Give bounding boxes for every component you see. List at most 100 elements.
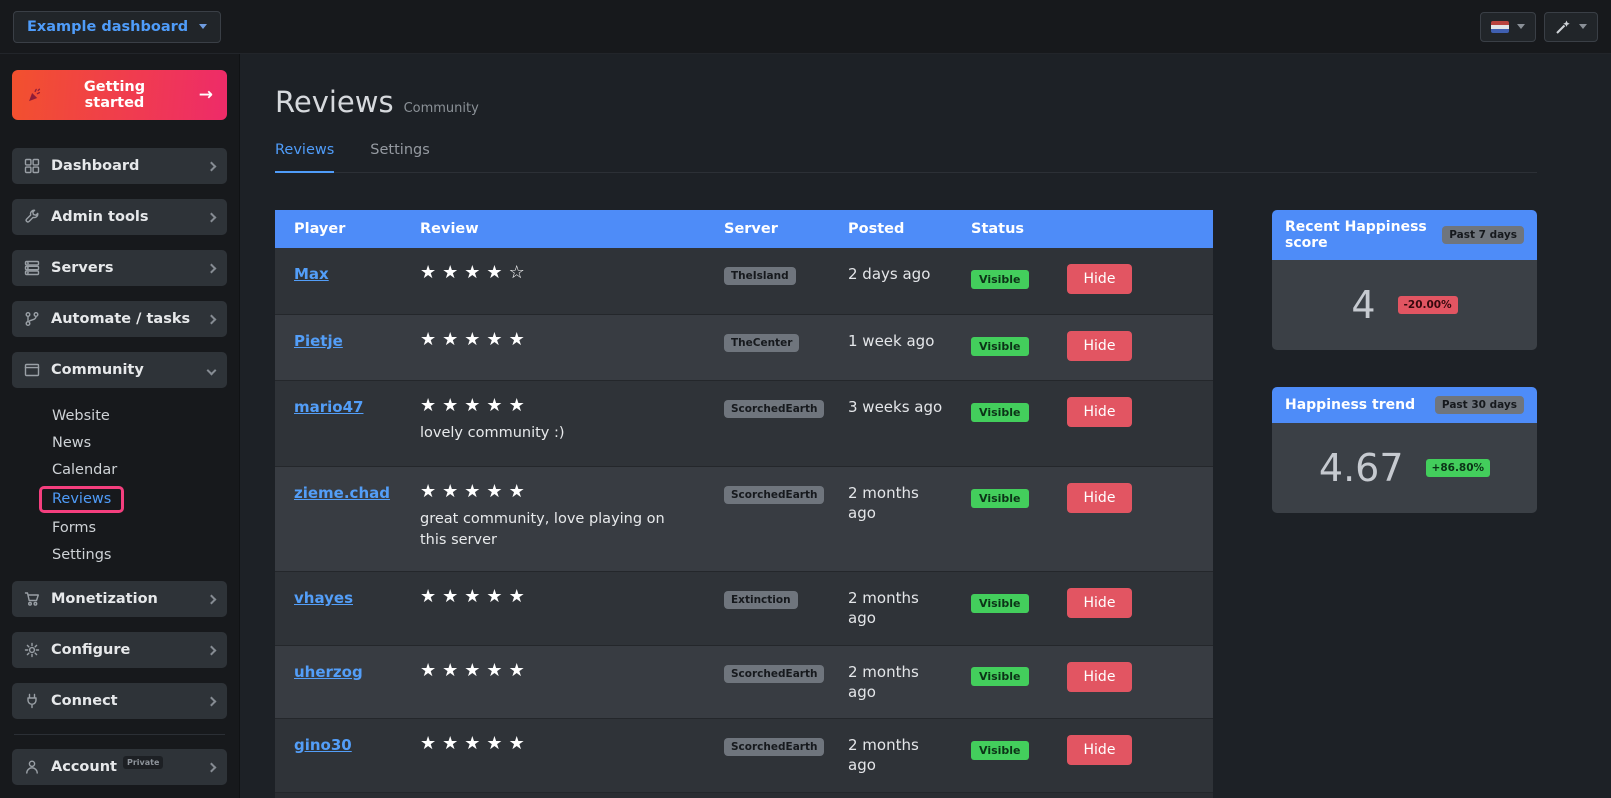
sidebar-item-account[interactable]: Account Private xyxy=(12,749,227,785)
status-badge: Visible xyxy=(971,336,1029,356)
chevron-down-icon xyxy=(199,24,208,29)
table-row: Pietje ★ ★ ★ ★ ★ TheCenter 1 week ago Visibl… xyxy=(275,314,1213,380)
plug-icon xyxy=(24,693,40,709)
sidebar-item-configure[interactable]: Configure xyxy=(12,632,227,668)
gear-icon xyxy=(24,642,40,658)
sidebar-item-label: Connect xyxy=(51,693,118,709)
flag-icon xyxy=(1491,20,1509,33)
hide-button[interactable]: Hide xyxy=(1066,331,1133,361)
player-link[interactable]: zieme.chad xyxy=(294,484,390,502)
page-header: Reviews Community xyxy=(275,85,1611,119)
tab-reviews[interactable]: Reviews xyxy=(275,136,335,173)
table-header: Player Review Server Posted Status xyxy=(275,210,1213,248)
hide-button[interactable]: Hide xyxy=(1066,588,1133,618)
chevron-down-icon xyxy=(1517,24,1525,29)
posted-text: 1 week ago xyxy=(848,332,935,350)
community-submenu: Website News Calendar Reviews Forms Sett… xyxy=(12,403,227,581)
status-badge: Visible xyxy=(971,488,1029,508)
chevron-down-icon xyxy=(1579,24,1587,29)
sidebar-item-label: Community xyxy=(51,362,144,378)
branch-icon xyxy=(24,311,40,327)
language-button[interactable] xyxy=(1480,11,1536,42)
column-header-player: Player xyxy=(294,221,346,237)
sidebar-item-label: Servers xyxy=(51,260,114,276)
sidebar-item-label: Automate / tasks xyxy=(51,311,191,327)
tools-button[interactable] xyxy=(1544,11,1598,42)
review-cell: ★ ★ ★ ★ ★ xyxy=(420,331,724,349)
sidebar-item-connect[interactable]: Connect xyxy=(12,683,227,719)
hide-button[interactable]: Hide xyxy=(1066,483,1133,513)
hide-button[interactable]: Hide xyxy=(1066,735,1133,765)
card-title: Recent Happiness score xyxy=(1285,219,1427,251)
dashboard-selector-button[interactable]: Example dashboard xyxy=(13,10,222,43)
player-link[interactable]: uherzog xyxy=(294,663,363,681)
status-badge: Visible xyxy=(971,740,1029,760)
table-row-partial xyxy=(275,791,1213,798)
submenu-item-settings[interactable]: Settings xyxy=(52,542,227,569)
table-row: Max ★ ★ ★ ★ ☆ TheIsland 2 days ago Visible H… xyxy=(275,248,1213,314)
player-link[interactable]: mario47 xyxy=(294,398,363,416)
server-badge: Extinction xyxy=(724,591,798,609)
server-badge: ScorchedEarth xyxy=(724,486,825,504)
getting-started-button[interactable]: Getting started → xyxy=(12,70,227,120)
posted-text: 2 months ago xyxy=(848,589,919,628)
star-rating: ★ ★ ★ ★ ☆ xyxy=(420,262,525,283)
submenu-item-forms[interactable]: Forms xyxy=(52,515,227,542)
main-content: Reviews Community Reviews Settings Playe… xyxy=(240,54,1611,798)
review-cell: ★ ★ ★ ★ ★ xyxy=(420,661,724,680)
sidebar-divider xyxy=(14,734,225,735)
card-title: Happiness trend xyxy=(1285,397,1416,413)
column-header-server: Server xyxy=(724,221,778,237)
submenu-item-news[interactable]: News xyxy=(52,430,227,457)
submenu-item-reviews[interactable]: Reviews xyxy=(39,486,125,513)
happiness-score-card: Recent Happiness score Past 7 days 4 -20… xyxy=(1272,210,1537,350)
review-cell: ★ ★ ★ ★ ★ lovely community :) xyxy=(420,397,724,444)
submenu-item-website[interactable]: Website xyxy=(52,403,227,430)
tab-settings[interactable]: Settings xyxy=(370,136,429,172)
status-badge: Visible xyxy=(971,402,1029,422)
posted-text: 2 days ago xyxy=(848,265,931,283)
star-rating: ★ ★ ★ ★ ★ xyxy=(420,733,525,754)
sidebar: Getting started → Dashboard Admin tools … xyxy=(0,54,240,798)
player-link[interactable]: Pietje xyxy=(294,332,343,350)
table-body: Max ★ ★ ★ ★ ☆ TheIsland 2 days ago Visible H… xyxy=(275,248,1213,798)
submenu-item-calendar[interactable]: Calendar xyxy=(52,457,227,484)
column-header-posted: Posted xyxy=(848,221,905,237)
server-badge: TheIsland xyxy=(724,267,796,285)
table-row: uherzog ★ ★ ★ ★ ★ ScorchedEarth 2 months ago… xyxy=(275,644,1213,718)
player-link[interactable]: vhayes xyxy=(294,589,353,607)
table-row: zieme.chad ★ ★ ★ ★ ★ great community, love p… xyxy=(275,466,1213,571)
review-comment: great community, love playing on this se… xyxy=(420,511,665,549)
chevron-right-icon xyxy=(206,696,217,706)
chevron-right-icon xyxy=(206,762,217,772)
change-badge: -20.00% xyxy=(1397,296,1458,314)
sidebar-item-automate-tasks[interactable]: Automate / tasks xyxy=(12,301,227,337)
page-subtitle: Community xyxy=(403,101,479,116)
sidebar-item-monetization[interactable]: Monetization xyxy=(12,581,227,617)
sidebar-item-admin-tools[interactable]: Admin tools xyxy=(12,199,227,235)
column-header-review: Review xyxy=(420,221,479,237)
chevron-right-icon xyxy=(206,263,217,273)
server-stack-icon xyxy=(24,260,40,276)
grid-icon xyxy=(24,158,40,174)
player-link[interactable]: Max xyxy=(294,265,329,283)
sidebar-item-servers[interactable]: Servers xyxy=(12,250,227,286)
posted-text: 2 months ago xyxy=(848,662,919,701)
hide-button[interactable]: Hide xyxy=(1066,264,1133,294)
sidebar-item-community[interactable]: Community xyxy=(12,352,227,388)
card-value: 4 xyxy=(1351,283,1376,327)
hide-button[interactable]: Hide xyxy=(1066,397,1133,427)
status-badge: Visible xyxy=(971,593,1029,613)
star-rating: ★ ★ ★ ★ ★ xyxy=(420,586,525,607)
tab-bar: Reviews Settings xyxy=(275,136,1537,173)
window-icon xyxy=(24,362,40,378)
posted-text: 2 months ago xyxy=(848,736,919,775)
server-badge: TheCenter xyxy=(724,334,800,352)
card-value: 4.67 xyxy=(1318,446,1404,490)
hide-button[interactable]: Hide xyxy=(1066,661,1133,692)
review-cell: ★ ★ ★ ★ ★ great community, love playing on t… xyxy=(420,483,724,551)
arrow-right-icon: → xyxy=(198,85,213,105)
player-link[interactable]: gino30 xyxy=(294,736,352,754)
sidebar-item-dashboard[interactable]: Dashboard xyxy=(12,148,227,184)
wrench-icon xyxy=(24,209,40,225)
